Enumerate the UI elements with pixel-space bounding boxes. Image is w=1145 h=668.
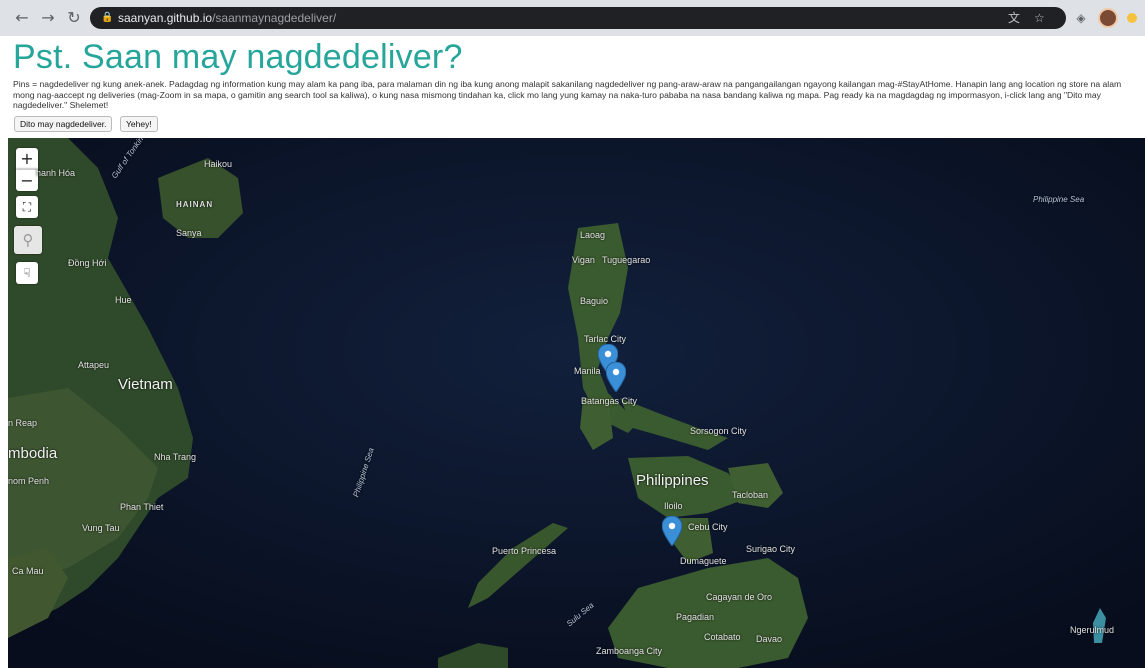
map-label: n Reap	[8, 418, 38, 428]
map-label: Vietnam	[118, 376, 173, 393]
lock-icon: 🔒	[101, 12, 114, 23]
map-label: HAINAN	[176, 200, 214, 209]
map-view[interactable]: + − ⛶ ⚲ ☟ Gulf of Tonkin Haikou HAINAN S…	[8, 138, 1145, 668]
locate-hand-icon[interactable]: ☟	[16, 262, 38, 284]
profile-avatar[interactable]	[1098, 8, 1118, 28]
map-label: Manila	[574, 366, 601, 376]
back-icon[interactable]: ←	[12, 8, 32, 28]
fullscreen-icon[interactable]: ⛶	[16, 196, 38, 218]
map-label: Cagayan de Oro	[706, 592, 773, 602]
translate-icon[interactable]: 文	[1008, 7, 1020, 29]
map-label: Baguio	[580, 296, 609, 306]
map-label: Vung Tau	[82, 523, 120, 533]
map-label: Pagadian	[676, 612, 715, 622]
map-label: Dumaguete	[680, 556, 727, 566]
extension-dot-icon[interactable]	[1127, 13, 1137, 23]
reload-icon[interactable]: ↻	[64, 8, 84, 28]
map-label: Tarlac City	[584, 334, 627, 344]
zoom-out-button[interactable]: −	[16, 169, 38, 191]
add-delivery-button[interactable]: Dito may nagdedeliver.	[14, 116, 113, 132]
map-label: nom Penh	[8, 476, 50, 486]
map-label: Hue	[115, 295, 132, 305]
map-label: Vigan	[572, 255, 595, 265]
delivery-pin-marker[interactable]	[606, 362, 626, 392]
extension-icon[interactable]: ◈	[1072, 9, 1090, 27]
yehey-button[interactable]: Yehey!	[120, 116, 158, 132]
bookmark-star-icon[interactable]: ☆	[1034, 7, 1045, 29]
zoom-in-button[interactable]: +	[16, 148, 38, 170]
map-label: Puerto Princesa	[492, 546, 557, 556]
page-description: Pins = nagdedeliver ng kung anek-anek. P…	[13, 79, 1122, 110]
map-label: Ngerulmud	[1070, 625, 1115, 635]
map-label: Laoag	[580, 230, 606, 240]
map-label: Haikou	[204, 159, 233, 169]
address-bar[interactable]: 🔒 saanyan.github.io/saanmaynagdedeliver/…	[90, 7, 1066, 29]
map-label: mbodia	[8, 445, 58, 462]
map-label: Sanya	[176, 228, 202, 238]
map-label: Đồng Hới	[68, 258, 107, 268]
map-label: Davao	[756, 634, 783, 644]
map-label: Batangas City	[581, 396, 638, 406]
map-label: Surigao City	[746, 544, 796, 554]
map-label: Sorsogon City	[690, 426, 747, 436]
browser-toolbar: ← → ↻ 🔒 saanyan.github.io/saanmaynagdede…	[0, 0, 1145, 36]
map-label: hanh Hóa	[36, 168, 76, 178]
map-label: Attapeu	[78, 360, 110, 370]
map-label: Tacloban	[732, 490, 769, 500]
map-label: Philippines	[636, 472, 709, 489]
satellite-map-background	[8, 138, 1145, 668]
map-label: Cebu City	[688, 522, 728, 532]
url-host: saanyan.github.io	[118, 11, 213, 25]
map-label: Phan Thiet	[120, 502, 164, 512]
forward-icon[interactable]: →	[38, 8, 58, 28]
map-label: Cotabato	[704, 632, 741, 642]
map-label: Iloilo	[664, 501, 683, 511]
url-path: /saanmaynagdedeliver/	[212, 11, 337, 25]
page-title: Pst. Saan may nagdedeliver?	[13, 38, 463, 76]
map-label: Nha Trang	[154, 452, 197, 462]
map-label: Zamboanga City	[596, 646, 663, 656]
search-icon[interactable]: ⚲	[14, 226, 42, 254]
delivery-pin-marker[interactable]	[662, 516, 682, 546]
map-label: Ca Mau	[12, 566, 44, 576]
map-label: Tuguegarao	[602, 255, 651, 265]
map-label: Philippine Sea	[1033, 195, 1085, 204]
